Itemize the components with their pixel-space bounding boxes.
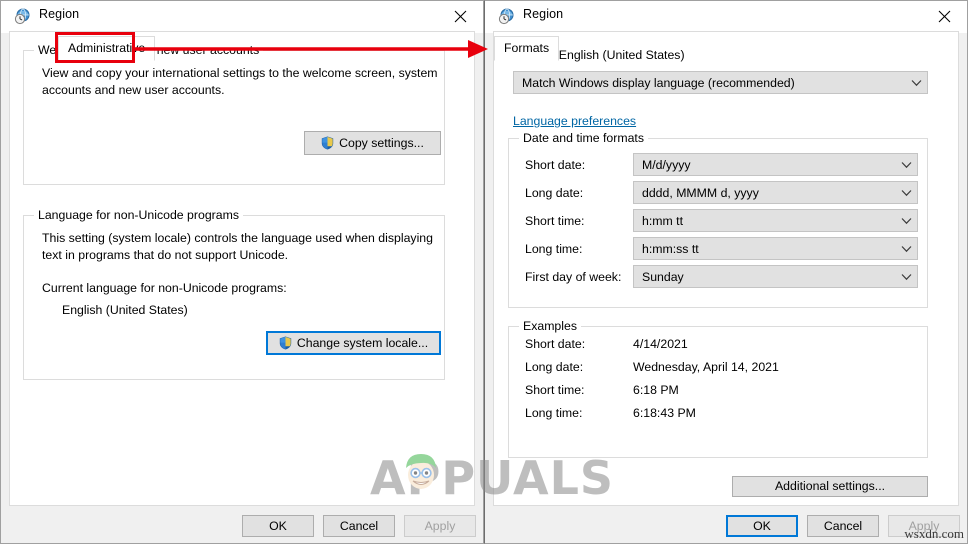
example-short-time-value: 6:18 PM: [633, 383, 679, 397]
chevron-down-icon: [905, 79, 927, 87]
left-content-pane: Welcome screen and new user accounts Vie…: [9, 31, 475, 506]
left-titlebar: Region: [1, 1, 483, 33]
group-nonunicode-title: Language for non-Unicode programs: [34, 208, 243, 222]
example-long-time-label: Long time:: [525, 406, 583, 420]
short-time-combo[interactable]: h:mm tt: [633, 209, 918, 232]
right-window-title: Region: [523, 7, 564, 21]
short-time-value: h:mm tt: [642, 213, 683, 228]
tab-formats-label: Formats: [504, 41, 550, 55]
example-short-time-label: Short time:: [525, 383, 585, 397]
tab-formats[interactable]: Formats: [494, 36, 560, 61]
group-examples: Examples Short date: 4/14/2021 Long date…: [508, 319, 928, 458]
left-apply-label: Apply: [424, 518, 456, 533]
short-date-label: Short date:: [525, 158, 586, 172]
chevron-down-icon: [895, 217, 917, 225]
group-nonunicode: Language for non-Unicode programs This s…: [23, 208, 445, 380]
example-short-date-label: Short date:: [525, 337, 586, 351]
long-time-value: h:mm:ss tt: [642, 241, 699, 256]
copy-settings-button[interactable]: Copy settings...: [304, 131, 441, 155]
group-examples-title: Examples: [519, 319, 581, 333]
copy-settings-label: Copy settings...: [339, 135, 424, 150]
group-welcome-desc-line2: accounts and new user accounts.: [42, 83, 225, 97]
region-window-formats: Region Formats Format: English (United S…: [484, 0, 968, 544]
chevron-down-icon: [895, 189, 917, 197]
region-globe-clock-icon: [498, 8, 515, 25]
right-titlebar: Region: [485, 1, 967, 33]
long-date-combo[interactable]: dddd, MMMM d, yyyy: [633, 181, 918, 204]
left-ok-button[interactable]: OK: [242, 515, 314, 537]
long-date-value: dddd, MMMM d, yyyy: [642, 185, 759, 200]
left-ok-label: OK: [269, 518, 287, 533]
long-time-combo[interactable]: h:mm:ss tt: [633, 237, 918, 260]
additional-settings-button[interactable]: Additional settings...: [732, 476, 928, 497]
short-time-label: Short time:: [525, 214, 585, 228]
right-apply-button: Apply: [888, 515, 960, 537]
left-cancel-button[interactable]: Cancel: [323, 515, 395, 537]
first-day-of-week-label: First day of week:: [525, 270, 622, 284]
group-date-time-formats: Date and time formats Short date: M/d/yy…: [508, 131, 928, 308]
example-long-time-value: 6:18:43 PM: [633, 406, 696, 420]
current-language-label: Current language for non-Unicode program…: [42, 281, 287, 295]
long-date-label: Long date:: [525, 186, 584, 200]
uac-shield-icon: [279, 336, 292, 350]
short-date-value: M/d/yyyy: [642, 157, 691, 172]
additional-settings-label: Additional settings...: [774, 479, 886, 494]
tab-administrative[interactable]: Administrative: [58, 36, 156, 61]
uac-shield-icon: [321, 136, 334, 150]
right-cancel-button[interactable]: Cancel: [807, 515, 879, 537]
left-window-title: Region: [39, 7, 80, 21]
right-apply-label: Apply: [908, 518, 940, 533]
tab-administrative-label: Administrative: [68, 41, 146, 55]
left-apply-button: Apply: [404, 515, 476, 537]
change-system-locale-button[interactable]: Change system locale...: [266, 331, 441, 355]
example-long-date-label: Long date:: [525, 360, 584, 374]
left-cancel-label: Cancel: [339, 518, 379, 533]
long-time-label: Long time:: [525, 242, 583, 256]
group-welcome-desc-line1: View and copy your international setting…: [42, 66, 438, 80]
region-globe-clock-icon: [14, 8, 31, 25]
group-date-time-title: Date and time formats: [519, 131, 648, 145]
group-nonunicode-desc-line1: This setting (system locale) controls th…: [42, 231, 433, 245]
format-combo[interactable]: Match Windows display language (recommen…: [513, 71, 928, 94]
short-date-combo[interactable]: M/d/yyyy: [633, 153, 918, 176]
region-window-administrative: Region Formats Administrative Welcome sc…: [0, 0, 484, 544]
format-combo-value: Match Windows display language (recommen…: [522, 75, 795, 90]
right-ok-button[interactable]: OK: [726, 515, 798, 537]
right-content-pane: Format: English (United States) Match Wi…: [493, 31, 959, 506]
first-day-of-week-combo[interactable]: Sunday: [633, 265, 918, 288]
group-nonunicode-desc-line2: text in programs that do not support Uni…: [42, 248, 289, 262]
chevron-down-icon: [895, 161, 917, 169]
chevron-down-icon: [895, 273, 917, 281]
screenshot-root: Region Formats Administrative Welcome sc…: [0, 0, 968, 544]
change-system-locale-label: Change system locale...: [296, 335, 429, 350]
first-day-of-week-value: Sunday: [642, 269, 684, 284]
close-icon[interactable]: [438, 1, 483, 31]
example-short-date-value: 4/14/2021: [633, 337, 688, 351]
example-long-date-value: Wednesday, April 14, 2021: [633, 360, 779, 374]
right-ok-label: OK: [753, 518, 771, 533]
close-icon[interactable]: [922, 1, 967, 31]
right-cancel-label: Cancel: [823, 518, 863, 533]
group-welcome-screen: Welcome screen and new user accounts Vie…: [23, 43, 445, 185]
current-language-value: English (United States): [62, 303, 188, 317]
chevron-down-icon: [895, 245, 917, 253]
language-preferences-link[interactable]: Language preferences: [513, 114, 636, 128]
